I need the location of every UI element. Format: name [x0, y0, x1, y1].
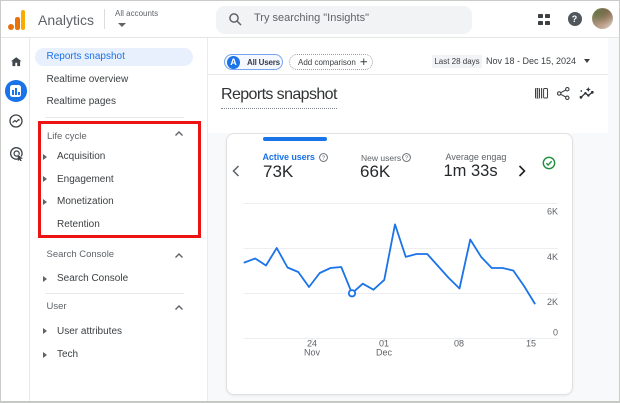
svg-text:6K: 6K	[547, 207, 558, 217]
svg-text:Nov: Nov	[304, 348, 321, 358]
svg-text:15: 15	[526, 339, 536, 349]
svg-text:Dec: Dec	[376, 348, 393, 358]
svg-text:2K: 2K	[547, 297, 558, 307]
svg-text:4K: 4K	[547, 252, 558, 262]
svg-text:0: 0	[553, 328, 558, 338]
svg-text:08: 08	[454, 339, 464, 349]
